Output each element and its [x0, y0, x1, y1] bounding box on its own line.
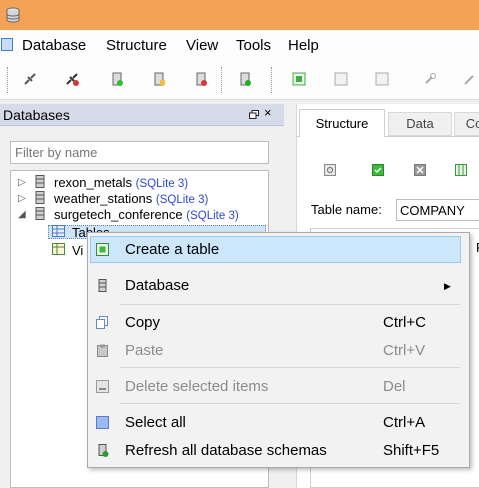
- commit-icon[interactable]: [372, 164, 384, 176]
- delete-icon: [96, 380, 109, 393]
- views-icon: [52, 243, 65, 255]
- tree-item-views[interactable]: Vi: [72, 243, 83, 258]
- db-type-tag: (SQLite 3): [135, 178, 189, 190]
- expand-arrow-icon[interactable]: ▷: [18, 194, 26, 204]
- new-table-icon[interactable]: [291, 71, 307, 87]
- menu-item-copy[interactable]: Copy: [125, 314, 160, 332]
- select-all-shortcut: Ctrl+A: [383, 414, 426, 431]
- tables-icon: [52, 225, 65, 237]
- copy-shortcut: Ctrl+C: [383, 314, 426, 331]
- edit-table-icon[interactable]: [333, 71, 349, 87]
- menu-item-select-all[interactable]: Select all: [125, 414, 186, 432]
- menu-help[interactable]: Help: [288, 37, 319, 54]
- menu-database[interactable]: Database: [22, 37, 86, 54]
- add-column-icon[interactable]: [455, 164, 467, 176]
- menu-separator: [120, 403, 460, 404]
- menu-separator: [120, 367, 460, 368]
- menu-structure[interactable]: Structure: [106, 37, 167, 54]
- menu-item-delete-selected[interactable]: Delete selected items: [125, 378, 268, 396]
- rollback-icon[interactable]: [414, 164, 426, 176]
- menu-tools[interactable]: Tools: [236, 37, 271, 54]
- connect-plug-icon[interactable]: [22, 71, 38, 87]
- title-bar: [0, 0, 479, 30]
- pencil-icon[interactable]: [462, 71, 478, 87]
- menu-item-database[interactable]: Database: [125, 277, 189, 295]
- toolbar-grip[interactable]: [7, 67, 9, 93]
- delete-shortcut: Del: [383, 378, 406, 395]
- database-icon: [35, 175, 45, 188]
- db-name: surgetech_conference: [54, 207, 183, 222]
- menu-item-paste[interactable]: Paste: [125, 342, 163, 360]
- db-name: rexon_metals: [54, 175, 133, 190]
- wrench-icon[interactable]: [422, 71, 438, 87]
- refresh-structure-icon[interactable]: [324, 164, 336, 176]
- tree-item-db-3[interactable]: surgetech_conference (SQLite 3): [54, 207, 239, 222]
- submenu-arrow-icon: ▶: [444, 281, 451, 291]
- disconnect-plug-icon[interactable]: [64, 71, 80, 87]
- refresh-icon: [98, 444, 109, 457]
- toolbar-separator: [271, 67, 273, 93]
- float-window-icon[interactable]: [249, 110, 259, 119]
- tree-item-db-2[interactable]: weather_stations (SQLite 3): [54, 191, 208, 206]
- document-icon: [1, 38, 13, 51]
- create-table-icon: [96, 243, 109, 256]
- db-type-tag: (SQLite 3): [186, 210, 239, 222]
- menu-separator: [120, 304, 460, 305]
- add-database-icon[interactable]: [109, 71, 125, 87]
- paste-icon: [97, 344, 108, 357]
- database-icon: [98, 279, 107, 292]
- table-name-input[interactable]: [396, 199, 479, 221]
- tab-constraints[interactable]: Co: [454, 112, 479, 136]
- paste-shortcut: Ctrl+V: [383, 342, 426, 359]
- delete-table-icon[interactable]: [374, 71, 390, 87]
- database-icon: [35, 191, 45, 204]
- tab-structure[interactable]: Structure: [299, 109, 385, 137]
- app-database-icon: [6, 7, 20, 23]
- tab-data[interactable]: Data: [388, 112, 452, 136]
- select-all-icon: [96, 416, 109, 429]
- copy-icon: [96, 316, 108, 329]
- close-icon[interactable]: ×: [264, 106, 272, 120]
- database-icon: [35, 207, 45, 220]
- refresh-database-icon[interactable]: [237, 71, 253, 87]
- remove-database-icon[interactable]: [193, 71, 209, 87]
- collapse-arrow-icon[interactable]: ◢: [18, 210, 26, 220]
- menu-item-create-table[interactable]: Create a table: [125, 241, 219, 259]
- edit-database-icon[interactable]: [151, 71, 167, 87]
- toolbar-separator: [221, 67, 223, 93]
- menu-view[interactable]: View: [186, 37, 218, 54]
- tree-item-db-1[interactable]: rexon_metals (SQLite 3): [54, 175, 188, 190]
- menu-item-refresh-schemas[interactable]: Refresh all database schemas: [125, 442, 327, 460]
- databases-panel-title: Databases: [3, 107, 70, 123]
- refresh-shortcut: Shift+F5: [383, 442, 440, 459]
- table-name-label: Table name:: [311, 202, 382, 217]
- db-type-tag: (SQLite 3): [155, 194, 209, 206]
- db-name: weather_stations: [54, 191, 153, 206]
- filter-input[interactable]: [10, 141, 269, 164]
- expand-arrow-icon[interactable]: ▷: [18, 178, 26, 188]
